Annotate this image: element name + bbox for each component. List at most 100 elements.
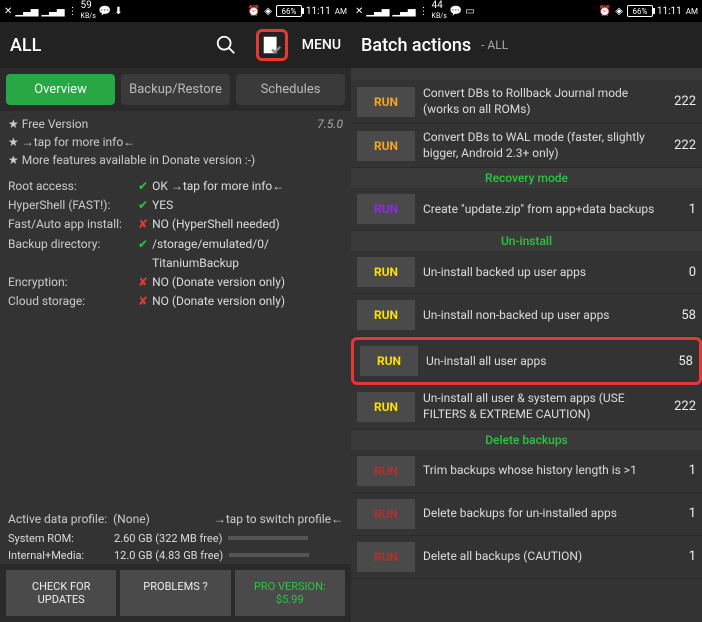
- app-bar: ALL MENU: [0, 22, 351, 68]
- battery-icon: 66%: [627, 5, 653, 17]
- check-icon: ✔: [138, 235, 148, 254]
- alarm-icon: ⏰: [248, 6, 260, 17]
- batch-icon[interactable]: [256, 29, 288, 61]
- run-button[interactable]: RUN: [357, 456, 415, 486]
- batch-subtitle: - ALL: [481, 38, 508, 52]
- alarm-icon: ⏰: [599, 6, 611, 17]
- chat-icon: 💬: [99, 6, 111, 17]
- fastinstall-key: Fast/Auto app install:: [8, 215, 138, 234]
- batch-row[interactable]: RUN Un-install backed up user apps 0: [351, 251, 702, 294]
- more-icon: ⋮: [68, 6, 78, 17]
- signal-icon: ▁▃▅: [366, 6, 389, 17]
- profile-value: (None): [113, 512, 150, 526]
- batch-row[interactable]: RUN Delete backups for un-installed apps…: [351, 493, 702, 536]
- section-header-recovery: Recovery mode: [351, 168, 702, 188]
- hypershell-key: HyperShell (FAST!):: [8, 196, 138, 215]
- clock-ampm: AM: [335, 7, 347, 16]
- tab-overview[interactable]: Overview: [6, 74, 115, 105]
- root-key: Root access:: [8, 177, 138, 196]
- batch-count: 1: [668, 202, 696, 217]
- batch-title: Batch actions: [361, 35, 471, 56]
- batch-row[interactable]: RUN Un-install all user & system apps (U…: [351, 385, 702, 429]
- batch-desc: Un-install all user apps: [426, 354, 657, 370]
- search-icon[interactable]: [210, 29, 242, 61]
- batch-count: 58: [668, 308, 696, 323]
- cloud-key: Cloud storage:: [8, 292, 138, 311]
- run-button[interactable]: RUN: [357, 131, 415, 161]
- pro-version-button[interactable]: PRO VERSION: $5.99: [235, 570, 345, 616]
- problems-button[interactable]: PROBLEMS ?: [120, 570, 230, 616]
- version-label: 7.5.0: [317, 115, 343, 133]
- tab-backup-restore[interactable]: Backup/Restore: [121, 74, 230, 105]
- batch-row-highlighted[interactable]: RUN Un-install all user apps 58: [351, 337, 702, 385]
- batch-desc: Trim backups whose history length is >1: [423, 463, 660, 479]
- status-bar: ✕ ▁▃▅ ▁▃▅ ⋮ 59KB/s 💬 ⬇ ⏰ ◈ 66% 11:11 AM: [0, 0, 351, 22]
- section-header-delete: Delete backups: [351, 430, 702, 450]
- batch-count: 1: [668, 463, 696, 478]
- tabs: Overview Backup/Restore Schedules: [0, 68, 351, 111]
- sysrom-bar: [228, 536, 308, 540]
- backupdir-value[interactable]: /storage/emulated/0/ TitaniumBackup: [152, 235, 269, 273]
- status-list: Root access:✔OK →tap for more info← Hype…: [0, 173, 351, 315]
- profile-row[interactable]: Active data profile: (None) →tap to swit…: [0, 508, 351, 530]
- batch-count: 0: [668, 265, 696, 280]
- root-value[interactable]: OK →tap for more info←: [152, 177, 284, 196]
- right-screen: ✕ ▁▃▅ ▁▃▅ ⋮ 44KB/s 💬 ▭ ⏰ ◈ 66% 11:11 AM …: [351, 0, 702, 622]
- run-button[interactable]: RUN: [357, 87, 415, 117]
- run-button[interactable]: RUN: [357, 392, 415, 422]
- wifi-icon: ◈: [264, 6, 272, 17]
- batch-row[interactable]: RUN Delete all backups (CAUTION) 1: [351, 536, 702, 579]
- clock-ampm: AM: [686, 7, 698, 16]
- run-button[interactable]: RUN: [357, 300, 415, 330]
- batch-row[interactable]: RUN Un-install non-backed up user apps 5…: [351, 294, 702, 337]
- backupdir-key: Backup directory:: [8, 235, 138, 273]
- free-version-label: ★ Free Version: [8, 115, 88, 133]
- left-screen: ✕ ▁▃▅ ▁▃▅ ⋮ 59KB/s 💬 ⬇ ⏰ ◈ 66% 11:11 AM …: [0, 0, 351, 622]
- batch-count: 1: [668, 549, 696, 564]
- batch-desc: Create "update.zip" from app+data backup…: [423, 202, 660, 218]
- signal-icon: ▁▃▅: [15, 6, 38, 17]
- run-button[interactable]: RUN: [360, 346, 418, 376]
- cast-icon: ▭: [465, 6, 474, 17]
- wifi-icon: ◈: [615, 6, 623, 17]
- internal-value: 12.0 GB (4.83 GB free): [114, 549, 223, 562]
- clock-time: 11:11: [306, 6, 331, 17]
- batch-row[interactable]: RUN Trim backups whose history length is…: [351, 450, 702, 493]
- info-block: ★ Free Version 7.5.0 ★ →tap for more info…: [0, 111, 351, 173]
- batch-count: 1: [668, 506, 696, 521]
- tap-info-hint[interactable]: ★ →tap for more info←: [8, 133, 343, 151]
- check-updates-button[interactable]: CHECK FOR UPDATES: [6, 570, 116, 616]
- batch-desc: Delete backups for un-installed apps: [423, 506, 660, 522]
- net-speed: 59: [81, 0, 92, 11]
- profile-hint: →tap to switch profile←: [214, 512, 343, 526]
- run-button[interactable]: RUN: [357, 257, 415, 287]
- encryption-key: Encryption:: [8, 273, 138, 292]
- internal-row: Internal+Media: 12.0 GB (4.83 GB free): [0, 547, 351, 564]
- signal-icon: ▁▃▅: [41, 6, 64, 17]
- batch-list[interactable]: RUN Convert DBs to Rollback Journal mode…: [351, 68, 702, 622]
- clock-time: 11:11: [657, 6, 682, 17]
- internal-bar: [229, 553, 309, 557]
- sysrom-key: System ROM:: [8, 532, 108, 545]
- batch-count: 58: [665, 354, 693, 369]
- no-signal-icon: ✕: [4, 6, 12, 17]
- batch-desc: Delete all backups (CAUTION): [423, 549, 660, 565]
- system-rom-row: System ROM: 2.60 GB (322 MB free): [0, 530, 351, 547]
- battery-icon: 66%: [276, 5, 302, 17]
- batch-count: 222: [668, 94, 696, 109]
- run-button[interactable]: RUN: [357, 542, 415, 572]
- run-button[interactable]: RUN: [357, 499, 415, 529]
- check-icon: ✔: [138, 177, 148, 196]
- cross-icon: ✘: [138, 215, 148, 234]
- download-icon: ⬇: [114, 6, 122, 17]
- tab-schedules[interactable]: Schedules: [236, 74, 345, 105]
- run-button[interactable]: RUN: [357, 194, 415, 224]
- no-signal-icon: ✕: [355, 6, 363, 17]
- menu-button[interactable]: MENU: [302, 37, 341, 53]
- batch-count: 222: [668, 399, 696, 414]
- section-header-uninstall: Un-install: [351, 231, 702, 251]
- batch-row[interactable]: RUN Convert DBs to WAL mode (faster, sli…: [351, 124, 702, 168]
- batch-row[interactable]: RUN Create "update.zip" from app+data ba…: [351, 188, 702, 231]
- batch-row[interactable]: RUN Convert DBs to Rollback Journal mode…: [351, 80, 702, 124]
- sysrom-value: 2.60 GB (322 MB free): [114, 532, 222, 545]
